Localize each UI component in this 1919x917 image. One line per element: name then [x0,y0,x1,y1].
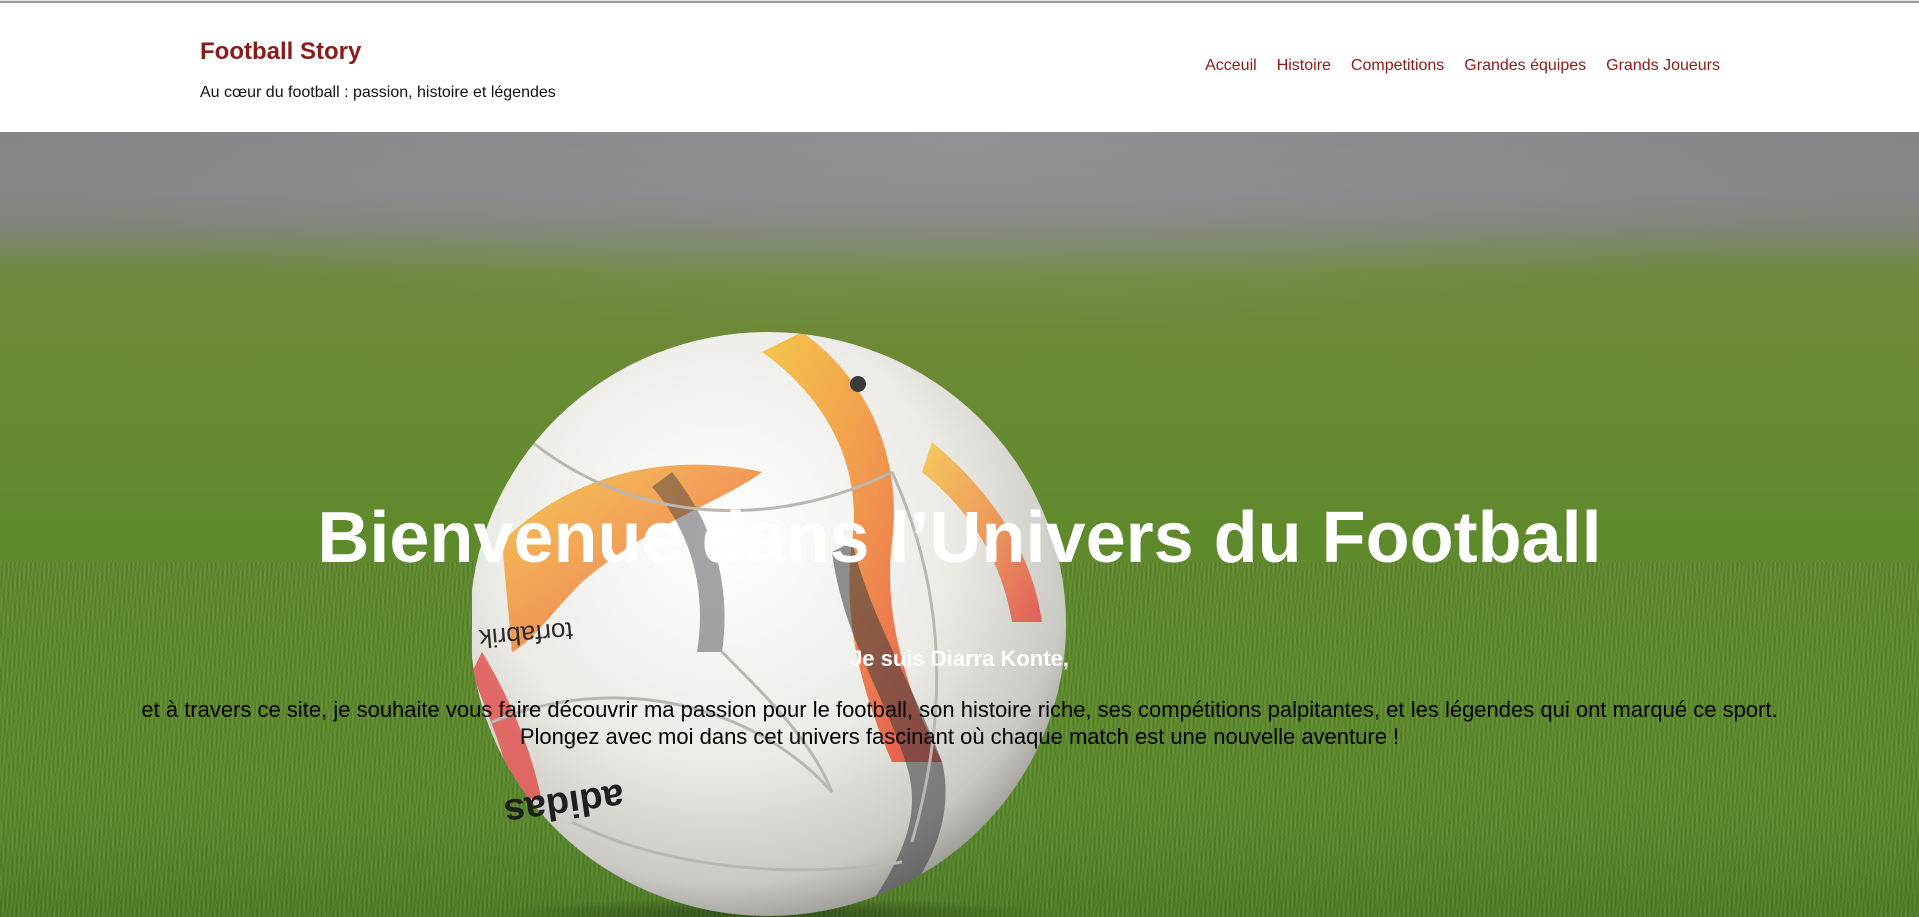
nav-item-grands-joueurs[interactable]: Grands Joueurs [1606,57,1720,75]
hero-content: Bienvenue dans l’Univers du Football Je … [0,132,1919,917]
hero-paragraph: et à travers ce site, je souhaite vous f… [141,697,1778,749]
nav-item-histoire[interactable]: Histoire [1277,57,1331,75]
main-nav: Acceuil Histoire Competitions Grandes éq… [1205,57,1720,75]
nav-item-competitions[interactable]: Competitions [1351,57,1444,75]
hero-intro: Je suis Diarra Konte, [850,646,1069,671]
nav-item-acceuil[interactable]: Acceuil [1205,57,1257,75]
site-tagline: Au cœur du football : passion, histoire … [200,84,556,101]
hero-heading: Bienvenue dans l’Univers du Football [317,498,1602,578]
site-header: Football Story Au cœur du football : pas… [0,4,1919,132]
hero-section: torfabrik adidas Bienvenue dans l’Univer… [0,132,1919,917]
nav-item-grandes-equipes[interactable]: Grandes équipes [1464,57,1586,75]
site-title-link[interactable]: Football Story [200,38,361,66]
